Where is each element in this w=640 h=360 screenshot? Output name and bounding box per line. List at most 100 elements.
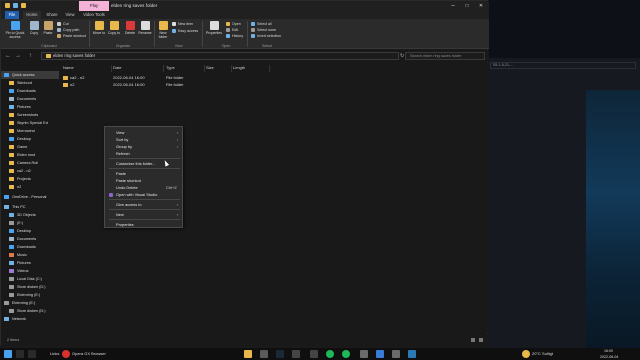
back-button[interactable]: ← (5, 52, 11, 60)
sidebar-item-morrowind[interactable]: Morrowind (1, 127, 59, 135)
weather-text[interactable]: 20°C Solligt (532, 348, 553, 360)
task-view-icon[interactable] (28, 350, 36, 358)
cut-button[interactable]: Cut (57, 22, 69, 27)
opera-gx-label[interactable]: Opera GX Browser (72, 348, 106, 360)
sidebar-item-ca2-n2[interactable]: ca2 - n2 (1, 167, 59, 175)
steam-icon[interactable] (276, 350, 284, 358)
column-separator[interactable] (231, 65, 232, 72)
tab-home[interactable]: Home (23, 11, 41, 19)
address-bar[interactable]: elden ring saves folder (41, 52, 399, 60)
column-type[interactable]: Type (166, 65, 175, 70)
sidebar-item-this-pc[interactable]: This PC (1, 203, 59, 211)
sidebar-item-local-disk-c[interactable]: Local Disk (C:) (1, 275, 59, 283)
menu-item-new[interactable]: New › (105, 211, 182, 218)
clock-date[interactable]: 2022-06-04 (600, 351, 618, 360)
menu-item-group-by[interactable]: Group by › (105, 143, 182, 150)
column-length[interactable]: Length (233, 65, 245, 70)
menu-item-customise-this-folder[interactable]: Customise this folder... (105, 160, 182, 167)
sidebar-item-downloads[interactable]: Downloads (1, 243, 59, 251)
properties-button[interactable]: Properties (204, 21, 224, 35)
play-tab[interactable]: Play (79, 1, 109, 11)
search-input[interactable]: Search elden ring saves folder (405, 52, 485, 60)
invert-selection-button[interactable]: Invert selection (251, 34, 281, 39)
select-none-button[interactable]: Select none (251, 28, 276, 33)
minimize-button[interactable]: – (447, 2, 459, 10)
sidebar-item-network[interactable]: Network (1, 315, 59, 323)
sidebar-item-videos[interactable]: Videos (1, 267, 59, 275)
sidebar-item-desktop[interactable]: Desktop (1, 227, 59, 235)
column-separator[interactable] (111, 65, 112, 72)
select-all-button[interactable]: Select all (251, 22, 272, 27)
column-separator[interactable] (204, 65, 205, 72)
maximize-button[interactable]: □ (461, 2, 473, 10)
column-size[interactable]: Size (206, 65, 214, 70)
app-icon[interactable] (260, 350, 268, 358)
opera-gx-icon[interactable] (62, 350, 70, 358)
sidebar-item-pictures[interactable]: Pictures (1, 259, 59, 267)
rename-button[interactable]: Rename (138, 21, 152, 35)
paste-shortcut-button[interactable]: Paste shortcut (57, 34, 86, 39)
sidebar-item-quick-access[interactable]: Quick access (1, 71, 59, 79)
weather-icon[interactable] (522, 350, 530, 358)
sidebar-item-eldenring-e[interactable]: Eldenring (E:) (1, 291, 59, 299)
easy-access-button[interactable]: Easy access (172, 29, 198, 34)
sidebar-item-downloads[interactable]: Downloads (1, 87, 59, 95)
start-icon[interactable] (4, 350, 12, 358)
menu-item-view[interactable]: View › (105, 129, 182, 136)
app-icon[interactable] (292, 350, 300, 358)
menu-item-undo-delete[interactable]: Undo Delete Ctrl+Z (105, 184, 182, 191)
properties-quick-icon[interactable] (13, 3, 18, 8)
sidebar-item-skyrim-special-ed[interactable]: Skyrim Special Ed (1, 119, 59, 127)
new-folder-quick-icon[interactable] (21, 3, 26, 8)
sidebar-item-n2[interactable]: n2 (1, 183, 59, 191)
menu-item-properties[interactable]: Properties (105, 221, 182, 228)
file-row[interactable]: ca2 - n2 2022-06-04 16:00 File folder (61, 74, 231, 81)
move-to-button[interactable]: Move to (92, 21, 106, 35)
taskbar-search-text[interactable]: Links (50, 348, 59, 360)
column-separator[interactable] (269, 65, 270, 72)
file-row[interactable]: n2 2022-06-04 16:00 File folder (61, 81, 231, 88)
history-button[interactable]: History (226, 34, 243, 39)
sidebar-item-onedrive-personal[interactable]: OneDrive - Personal (1, 193, 59, 201)
new-item-button[interactable]: New item (172, 22, 193, 27)
edit-button[interactable]: Edit (226, 28, 238, 33)
column-name[interactable]: Name (63, 65, 74, 70)
menu-item-give-access-to[interactable]: Give access to › (105, 201, 182, 208)
sidebar-item-camera-roll[interactable]: Camera Roll (1, 159, 59, 167)
column-separator[interactable] (163, 65, 164, 72)
file-explorer-icon[interactable] (244, 350, 252, 358)
forward-button[interactable]: → (15, 52, 21, 60)
up-button[interactable]: ↑ (29, 52, 32, 60)
paste-button[interactable]: Paste (41, 21, 55, 35)
spotify-icon[interactable] (326, 350, 334, 358)
sidebar-item-skinbord[interactable]: Skinbord (1, 79, 59, 87)
copy-path-button[interactable]: Copy path (57, 28, 79, 33)
delete-button[interactable]: Delete (123, 21, 137, 35)
sidebar-item-pictures[interactable]: Pictures (1, 103, 59, 111)
copy-to-button[interactable]: Copy to (107, 21, 121, 35)
app-icon[interactable] (392, 350, 400, 358)
sidebar-item-e[interactable]: (E:) (1, 219, 59, 227)
app-icon[interactable] (310, 350, 318, 358)
large-icons-view-icon[interactable] (479, 338, 483, 342)
menu-item-open-with-visual-studio[interactable]: Open with Visual Studio (105, 191, 182, 198)
sidebar-item-music[interactable]: Music (1, 251, 59, 259)
sidebar-item-eldenring-e[interactable]: Eldenring (E:) (1, 299, 59, 307)
refresh-button[interactable]: ↻ (400, 52, 404, 60)
sidebar-item-documents[interactable]: Documents (1, 95, 59, 103)
open-button[interactable]: Open (226, 22, 241, 27)
copy-button[interactable]: Copy (27, 21, 41, 35)
close-button[interactable]: ✕ (475, 2, 487, 10)
app-icon[interactable] (376, 350, 384, 358)
sidebar-item-game[interactable]: Game (1, 143, 59, 151)
sidebar-item-projects[interactable]: Projects (1, 175, 59, 183)
tab-file[interactable]: File (5, 11, 19, 19)
column-date[interactable]: Date (113, 65, 121, 70)
menu-item-paste-shortcut[interactable]: Paste shortcut (105, 177, 182, 184)
sidebar-item-3d-objects[interactable]: 3D Objects (1, 211, 59, 219)
details-view-icon[interactable] (471, 338, 475, 342)
sidebar-item-store-disken-d[interactable]: Store disken (D:) (1, 307, 59, 315)
sidebar-item-documents[interactable]: Documents (1, 235, 59, 243)
menu-item-refresh[interactable]: Refresh (105, 150, 182, 157)
search-icon[interactable] (16, 350, 24, 358)
